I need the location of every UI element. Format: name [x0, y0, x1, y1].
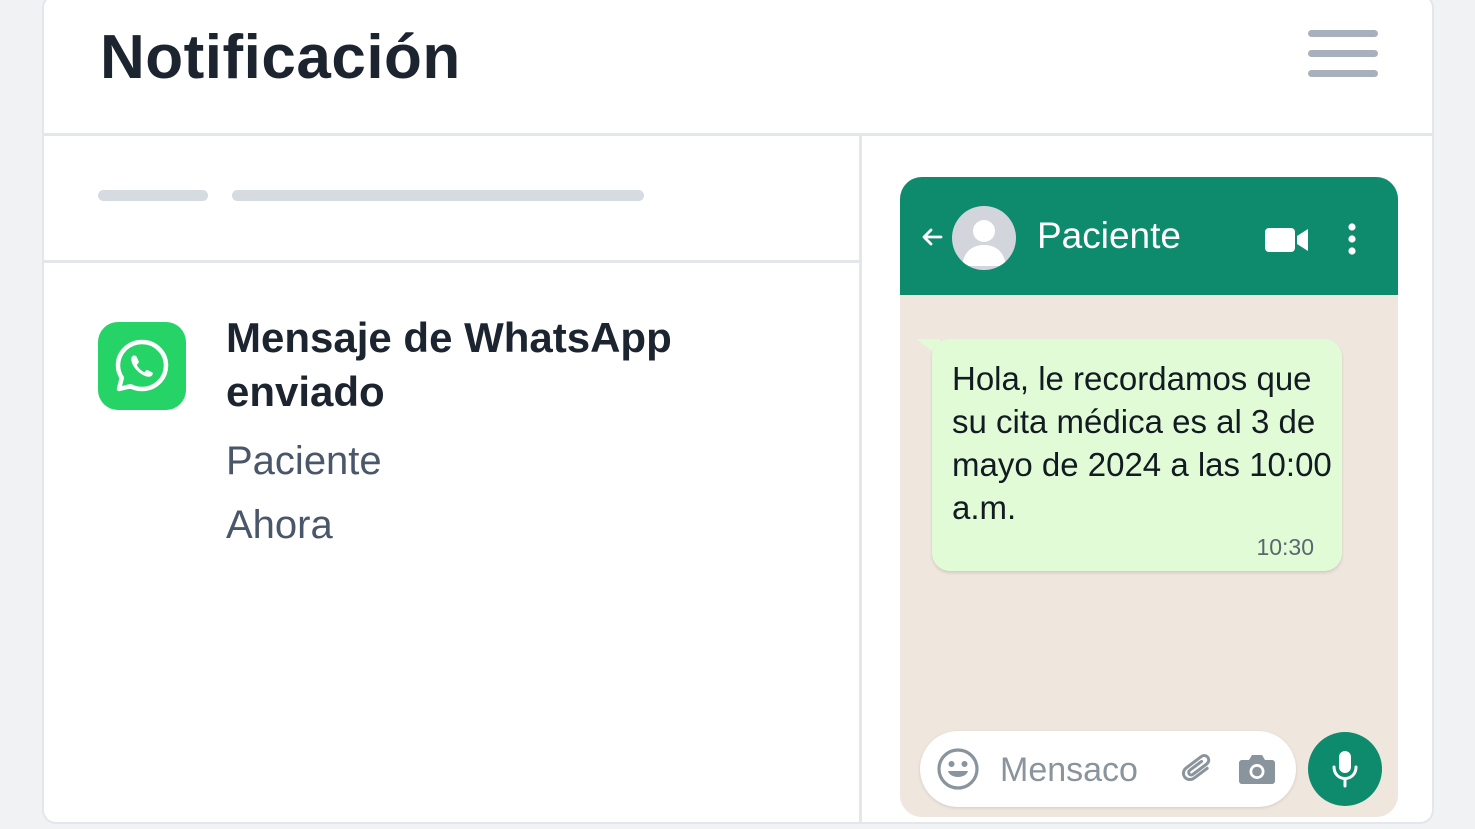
camera-icon[interactable] — [1238, 751, 1276, 792]
whatsapp-chat-preview: Paciente Hola, le recordamos que su cita… — [900, 177, 1398, 817]
more-options-icon[interactable] — [1346, 222, 1358, 261]
microphone-icon — [1332, 751, 1358, 788]
contact-name[interactable]: Paciente — [1037, 215, 1181, 257]
video-call-icon[interactable] — [1264, 226, 1310, 259]
card-header: Notificación — [44, 0, 1432, 136]
whatsapp-icon — [98, 322, 186, 410]
avatar-icon[interactable] — [952, 206, 1016, 270]
page-title: Notificación — [100, 23, 461, 92]
message-input[interactable] — [998, 745, 1172, 795]
back-arrow-icon[interactable] — [920, 225, 944, 254]
hamburger-menu-icon[interactable] — [1308, 30, 1380, 84]
skeleton-placeholder-row — [44, 136, 860, 263]
message-time: 10:30 — [1256, 534, 1314, 560]
emoji-icon[interactable] — [936, 747, 980, 796]
notification-recipient: Paciente — [226, 439, 382, 483]
notification-time: Ahora — [226, 503, 333, 547]
message-text: Hola, le recordamos que su cita médica e… — [952, 360, 1332, 526]
message-input-bar — [920, 731, 1296, 807]
attach-icon[interactable] — [1178, 749, 1218, 794]
notification-pane: Mensaje de WhatsApp enviado Paciente Aho… — [44, 136, 860, 822]
chat-header: Paciente — [900, 177, 1398, 295]
microphone-button[interactable] — [1308, 732, 1382, 806]
skeleton-bar-long — [232, 190, 644, 201]
pane-divider — [859, 136, 862, 822]
notification-card: Notificación Mensaje de WhatsApp enviado… — [42, 0, 1434, 824]
skeleton-bar-short — [98, 190, 208, 201]
message-bubble[interactable]: Hola, le recordamos que su cita médica e… — [932, 339, 1342, 571]
notification-title: Mensaje de WhatsApp enviado — [226, 314, 672, 415]
